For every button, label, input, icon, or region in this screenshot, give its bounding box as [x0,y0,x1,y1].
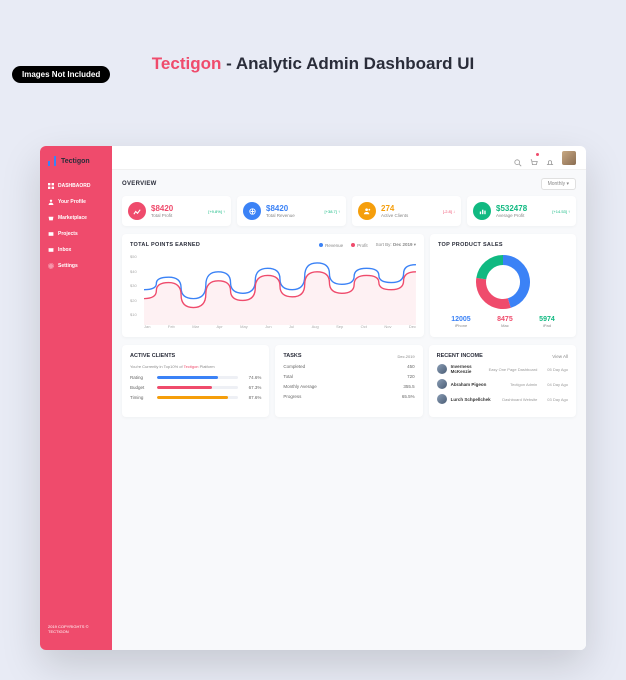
income-row: Lurch SchpellchekDashboard Website03 Day… [437,394,568,404]
logo-icon [48,156,58,166]
sidebar: Tectigon DASHBAORD Your Profile Marketpl… [40,146,112,650]
metric-bar: Timing87.6% [130,395,261,400]
profit-icon [128,202,146,220]
stat-average-profit: $532478Average Profit [+14.53] ↑ [467,196,576,226]
stat-total-profit: $8420Total Profit [+9.8%] ↑ [122,196,231,226]
points-chart-card: TOTAL POINTS EARNED Revenue Profit Sort … [122,234,424,337]
donut-item: 12005iPhone [451,316,470,328]
donut-title: TOP PRODUCT SALES [438,242,568,248]
top-product-card: TOP PRODUCT SALES 12005iPhone 8475Mac 5974… [430,234,576,337]
income-row: Abraham PigeonTectigon Admin04 Day Ago [437,379,568,389]
avatar [437,379,447,389]
app-window: Tectigon DASHBAORD Your Profile Marketpl… [40,146,586,650]
stat-active-clients: 274Active Clients [-2.8] ↓ [352,196,461,226]
metric-bar: Budget67.3% [130,385,261,390]
avatar [437,394,447,404]
nav-dashboard[interactable]: DASHBAORD [40,178,112,194]
stat-total-revenue: $8420Total Revenue [+38.7] ↑ [237,196,346,226]
recent-income-card: RECENT INCOMEView All Inverness McKenzie… [429,345,576,417]
stats-row: $8420Total Profit [+9.8%] ↑ $8420Total R… [122,196,576,226]
nav-settings[interactable]: Settings [40,258,112,274]
donut-item: 5974iPad [539,316,555,328]
task-row: Total720 [283,374,414,379]
nav-projects[interactable]: Projects [40,226,112,242]
sort-by-select[interactable]: Sort By: Dec 2019 ▾ [376,242,416,248]
clients-icon [358,202,376,220]
active-clients-card: ACTIVE CLIENTS You're Currently in Top10… [122,345,269,417]
income-row: Inverness McKenzieEasy One Page Dashboar… [437,364,568,374]
brand-logo[interactable]: Tectigon [40,156,112,166]
view-all-link[interactable]: View All [552,354,568,359]
brand-name: Tectigon [61,158,90,165]
active-clients-note: You're Currently in Top10% of Tectigon P… [130,364,261,369]
nav-marketplace[interactable]: Marketplace [40,210,112,226]
avatar [437,364,447,374]
avg-profit-icon [473,202,491,220]
overview-title: OVERVIEW [122,181,157,187]
content: OVERVIEW Monthly ▾ $8420Total Profit [+9… [112,170,586,650]
topbar [112,146,586,170]
task-row: Monthly Average355.5 [283,384,414,389]
nav: DASHBAORD Your Profile Marketplace Proje… [40,178,112,618]
period-filter[interactable]: Monthly ▾ [541,178,576,190]
line-chart: $50$40$30$20$10 JanFebMarAprMayJunJulAug… [130,254,416,329]
nav-profile[interactable]: Your Profile [40,194,112,210]
images-not-included-badge: Images Not Included [12,66,110,83]
copyright: 2019 COPYRIGHTS © TECTIGON [40,618,112,640]
chart-title: TOTAL POINTS EARNED [130,242,200,248]
task-row: Completed450 [283,364,414,369]
user-avatar[interactable] [562,151,576,165]
cart-icon[interactable] [530,154,538,162]
donut-item: 8475Mac [497,316,513,328]
revenue-icon [243,202,261,220]
main: OVERVIEW Monthly ▾ $8420Total Profit [+9… [112,146,586,650]
search-icon[interactable] [514,154,522,162]
chart-legend: Revenue Profit Sort By: Dec 2019 ▾ [319,242,416,248]
nav-inbox[interactable]: Inbox [40,242,112,258]
donut-chart [473,252,533,312]
task-row: Progress65.5% [283,394,414,399]
metric-bar: Rating74.6% [130,375,261,380]
notification-icon[interactable] [546,154,554,162]
tasks-card: TASKSDec.2019 Completed450Total720Monthl… [275,345,422,417]
